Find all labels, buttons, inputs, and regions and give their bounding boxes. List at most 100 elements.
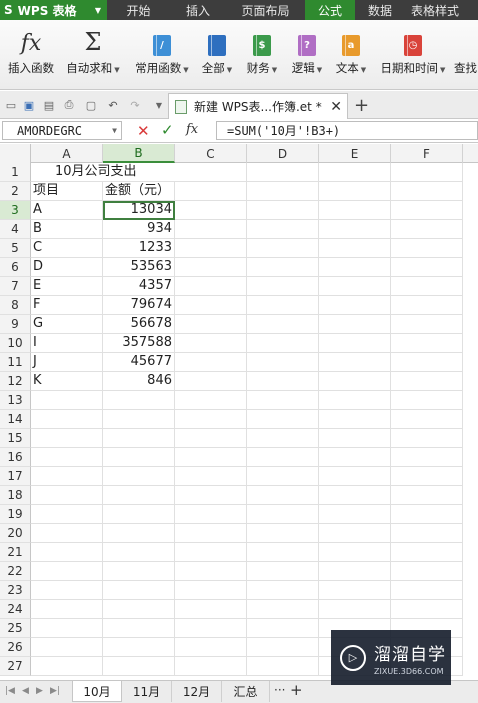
grid-cell[interactable] bbox=[103, 600, 175, 619]
grid-cell[interactable] bbox=[103, 657, 175, 676]
grid-cell[interactable] bbox=[247, 353, 319, 372]
row-header[interactable]: 20 bbox=[0, 524, 31, 543]
grid-cell[interactable] bbox=[391, 201, 463, 220]
grid-cell[interactable] bbox=[31, 467, 103, 486]
grid-cell[interactable] bbox=[391, 600, 463, 619]
grid-cell[interactable] bbox=[175, 391, 247, 410]
grid-cell[interactable] bbox=[103, 467, 175, 486]
grid-cell[interactable] bbox=[31, 600, 103, 619]
sheet-title-cell[interactable]: 10月公司支出 bbox=[31, 163, 175, 182]
grid-cell[interactable] bbox=[31, 524, 103, 543]
grid-cell[interactable] bbox=[31, 391, 103, 410]
column-header-c[interactable]: C bbox=[175, 144, 247, 163]
row-header[interactable]: 16 bbox=[0, 448, 31, 467]
grid-cell[interactable] bbox=[247, 315, 319, 334]
grid-cell[interactable] bbox=[319, 182, 391, 201]
grid-cell[interactable] bbox=[31, 543, 103, 562]
logical-button[interactable]: ? 逻辑 ▼ bbox=[287, 20, 327, 90]
amount-cell[interactable]: 79674 bbox=[103, 296, 175, 315]
amount-cell[interactable]: 53563 bbox=[103, 258, 175, 277]
grid-cell[interactable] bbox=[31, 638, 103, 657]
grid-cell[interactable] bbox=[175, 353, 247, 372]
grid-cell[interactable] bbox=[175, 277, 247, 296]
row-header[interactable]: 2 bbox=[0, 182, 31, 201]
grid-cell[interactable] bbox=[175, 429, 247, 448]
grid-cell[interactable] bbox=[247, 182, 319, 201]
grid-cell[interactable] bbox=[247, 163, 319, 182]
all-functions-button[interactable]: 全部 ▼ bbox=[197, 20, 237, 90]
grid-cell[interactable] bbox=[175, 619, 247, 638]
row-header[interactable]: 5 bbox=[0, 239, 31, 258]
column-header-d[interactable]: D bbox=[247, 144, 319, 163]
grid-cell[interactable] bbox=[247, 220, 319, 239]
grid-cell[interactable] bbox=[319, 353, 391, 372]
item-cell[interactable]: D bbox=[31, 258, 103, 277]
row-header[interactable]: 7 bbox=[0, 277, 31, 296]
grid-cell[interactable] bbox=[175, 296, 247, 315]
row-header[interactable]: 25 bbox=[0, 619, 31, 638]
grid-cell[interactable] bbox=[31, 581, 103, 600]
grid-cell[interactable] bbox=[31, 562, 103, 581]
column-header-b[interactable]: B bbox=[103, 144, 175, 163]
lookup-button[interactable]: 查找 bbox=[454, 20, 478, 90]
grid-cell[interactable] bbox=[175, 239, 247, 258]
grid-cell[interactable] bbox=[175, 600, 247, 619]
add-sheet-icon[interactable]: + bbox=[290, 681, 303, 699]
redo-icon[interactable]: ↷ bbox=[128, 98, 142, 112]
grid-cell[interactable] bbox=[247, 391, 319, 410]
row-header[interactable]: 3 bbox=[0, 201, 31, 220]
amount-cell[interactable]: 357588 bbox=[103, 334, 175, 353]
amount-cell[interactable]: 934 bbox=[103, 220, 175, 239]
date-time-button[interactable]: ◷ 日期和时间 ▼ bbox=[375, 20, 451, 90]
grid-cell[interactable] bbox=[391, 353, 463, 372]
grid-cell[interactable] bbox=[391, 505, 463, 524]
grid-cell[interactable] bbox=[103, 524, 175, 543]
grid-cell[interactable] bbox=[391, 296, 463, 315]
sheet-tab-summary[interactable]: 汇总 bbox=[222, 681, 270, 702]
tab-page-layout[interactable]: 页面布局 bbox=[226, 0, 305, 20]
undo-icon[interactable]: ↶ bbox=[106, 98, 120, 112]
grid-cell[interactable] bbox=[391, 163, 463, 182]
grid-cell[interactable] bbox=[319, 410, 391, 429]
grid-cell[interactable] bbox=[175, 505, 247, 524]
grid-cell[interactable] bbox=[319, 391, 391, 410]
header-item-cell[interactable]: 项目 bbox=[31, 182, 103, 201]
header-amount-cell[interactable]: 金额（元） bbox=[103, 182, 175, 201]
row-header[interactable]: 10 bbox=[0, 334, 31, 353]
grid-cell[interactable] bbox=[391, 562, 463, 581]
grid-cell[interactable] bbox=[31, 619, 103, 638]
grid-cell[interactable] bbox=[31, 448, 103, 467]
spreadsheet-grid[interactable]: A B C D E F 1 10月公司支出 2 项目 金额（元） 3 A 13034 4 B 934… bbox=[0, 144, 478, 680]
grid-cell[interactable] bbox=[391, 391, 463, 410]
grid-cell[interactable] bbox=[247, 467, 319, 486]
grid-cell[interactable] bbox=[391, 334, 463, 353]
grid-cell[interactable] bbox=[319, 505, 391, 524]
grid-cell[interactable] bbox=[319, 486, 391, 505]
grid-cell[interactable] bbox=[391, 410, 463, 429]
sheet-tab-dec[interactable]: 12月 bbox=[172, 681, 222, 702]
more-sheets-icon[interactable]: ··· bbox=[274, 683, 285, 697]
row-header[interactable]: 23 bbox=[0, 581, 31, 600]
grid-cell[interactable] bbox=[247, 201, 319, 220]
name-box[interactable]: AMORDEGRC ▼ bbox=[2, 121, 122, 140]
tab-data[interactable]: 数据 bbox=[355, 0, 405, 20]
amount-cell[interactable]: 45677 bbox=[103, 353, 175, 372]
grid-cell[interactable] bbox=[319, 543, 391, 562]
text-functions-button[interactable]: a 文本 ▼ bbox=[331, 20, 371, 90]
grid-cell[interactable] bbox=[175, 410, 247, 429]
grid-cell[interactable] bbox=[319, 277, 391, 296]
item-cell[interactable]: K bbox=[31, 372, 103, 391]
row-header[interactable]: 8 bbox=[0, 296, 31, 315]
grid-cell[interactable] bbox=[103, 391, 175, 410]
row-header[interactable]: 6 bbox=[0, 258, 31, 277]
confirm-entry-icon[interactable]: ✓ bbox=[161, 121, 174, 139]
quick-access-dropdown-icon[interactable]: ▼ bbox=[152, 98, 166, 112]
row-header[interactable]: 26 bbox=[0, 638, 31, 657]
grid-cell[interactable] bbox=[391, 182, 463, 201]
grid-cell[interactable] bbox=[319, 524, 391, 543]
grid-cell[interactable] bbox=[247, 296, 319, 315]
column-header-e[interactable]: E bbox=[319, 144, 391, 163]
tab-formulas[interactable]: 公式 bbox=[305, 0, 355, 20]
cancel-entry-icon[interactable]: ✕ bbox=[137, 122, 150, 140]
grid-cell[interactable] bbox=[175, 163, 247, 182]
